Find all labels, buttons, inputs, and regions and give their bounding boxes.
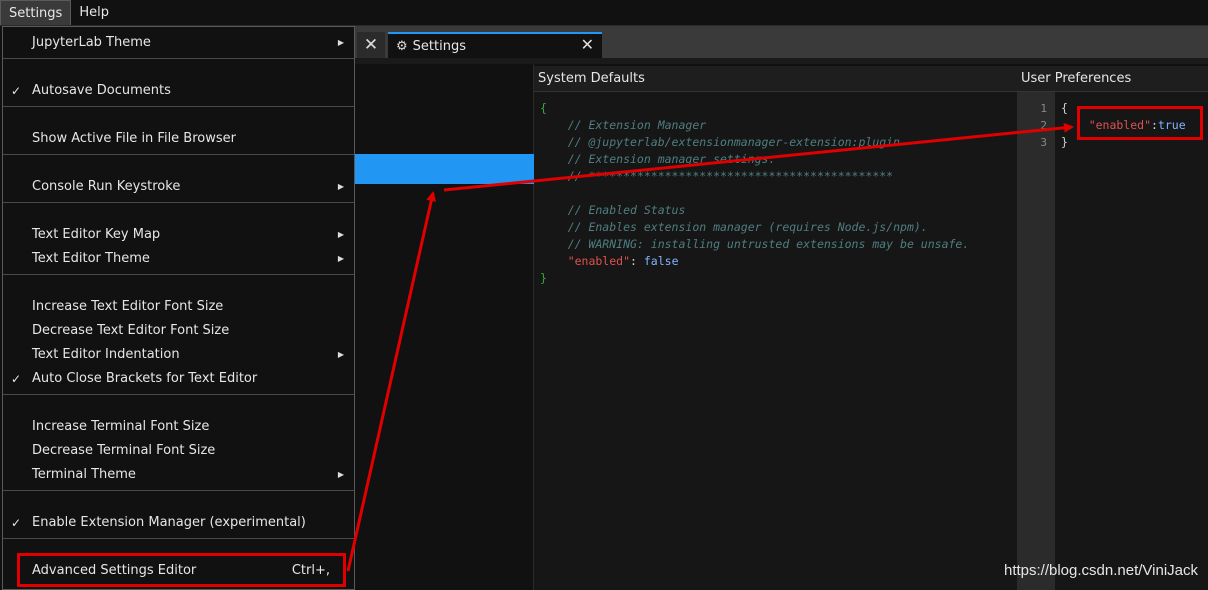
- arrow-menu-to-plugin: [346, 191, 437, 572]
- annotation-arrows: [346, 122, 1074, 572]
- watermark: https://blog.csdn.net/ViniJack: [1003, 562, 1198, 579]
- arrow-plugin-to-user-pref: [443, 122, 1074, 192]
